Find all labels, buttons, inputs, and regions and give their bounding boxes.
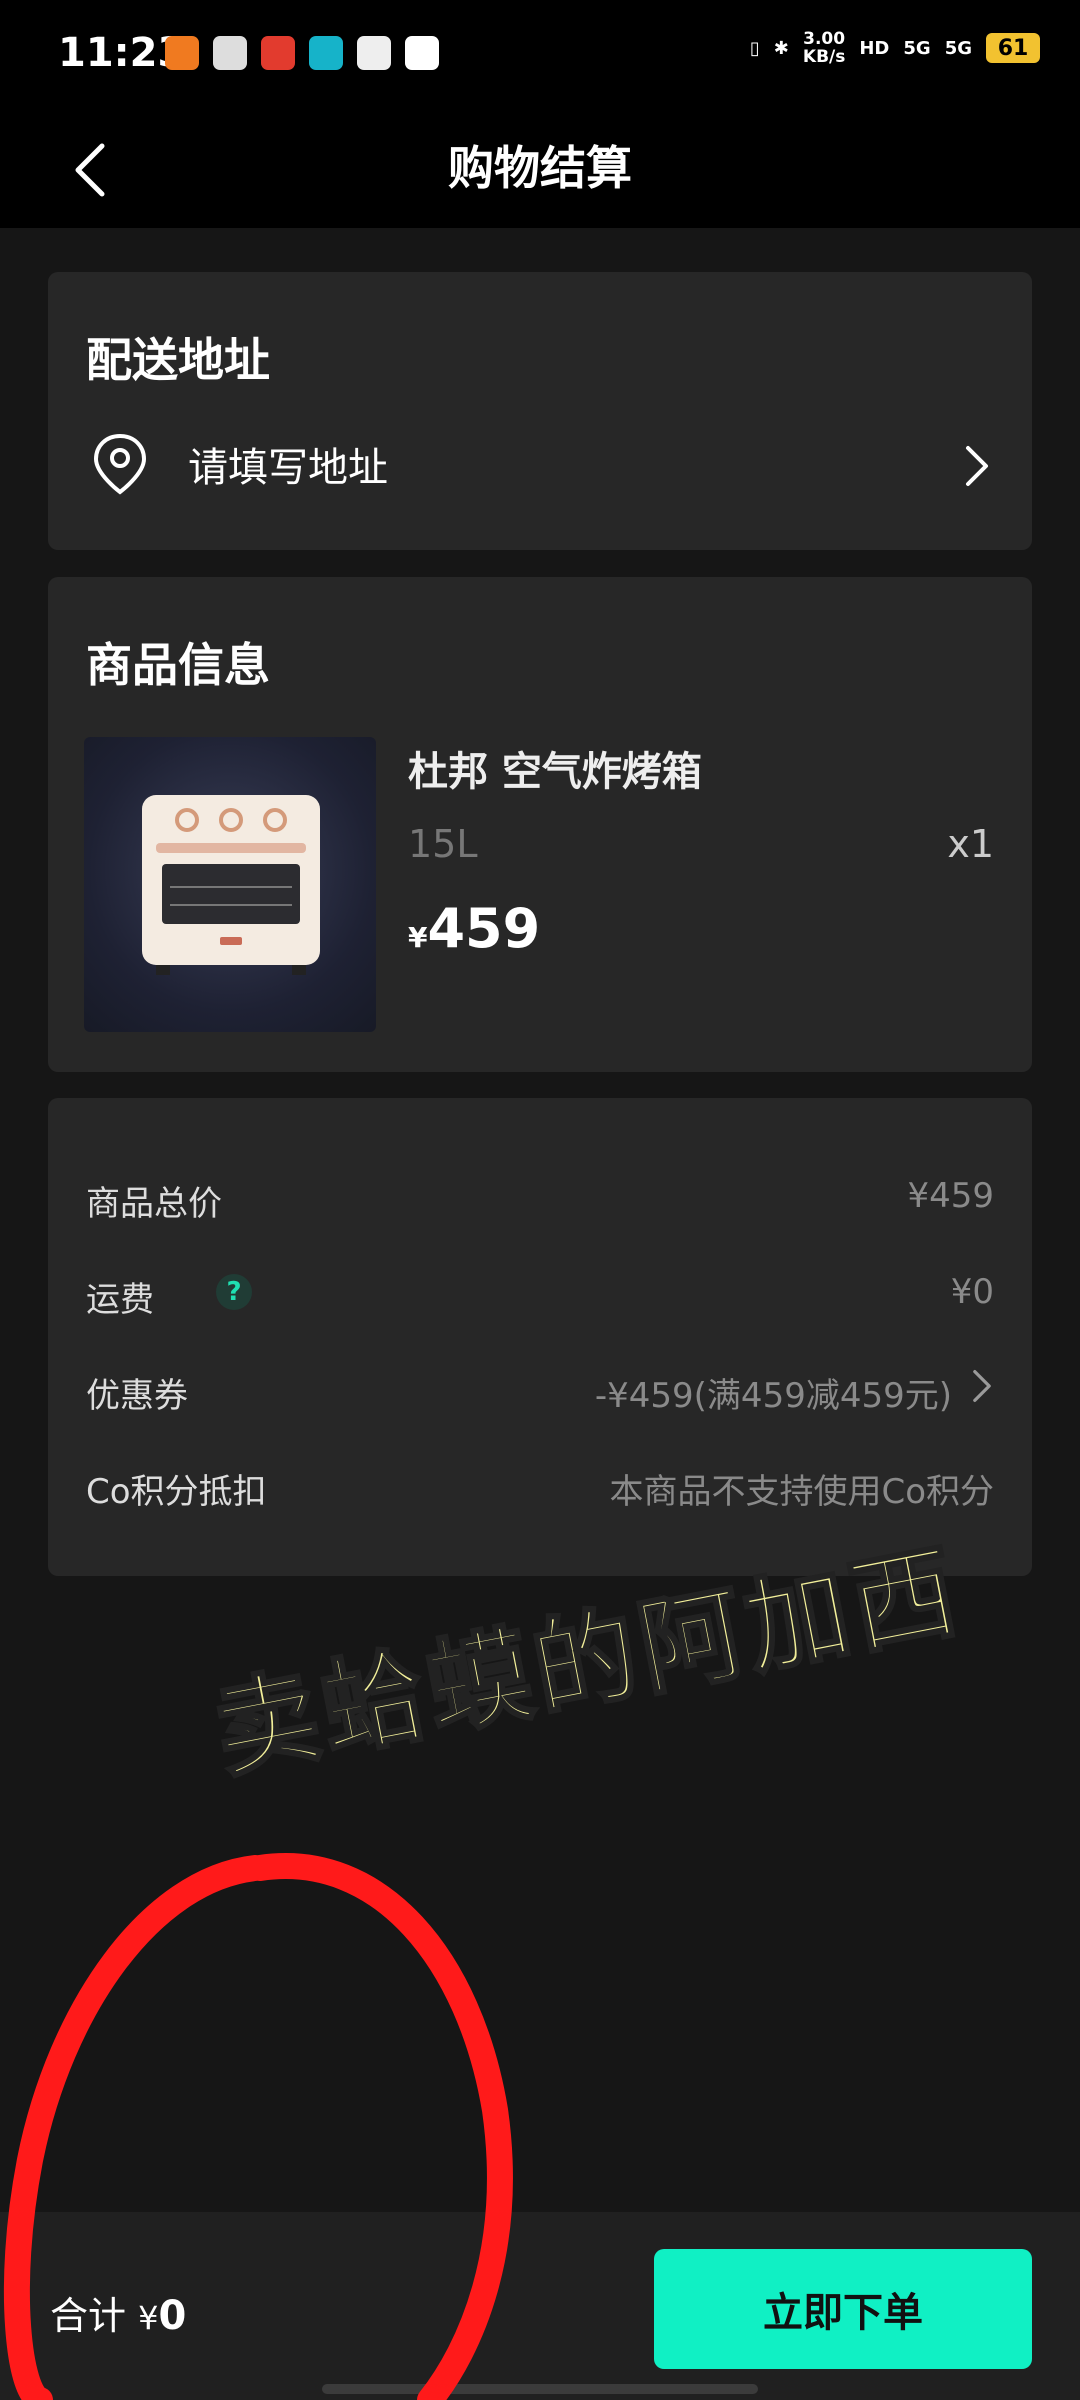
battery-icon: 61 — [986, 33, 1040, 63]
chevron-right-icon — [973, 1370, 991, 1402]
location-pin-icon — [93, 433, 147, 495]
total-label: 合计 — [50, 2294, 127, 2338]
total-value: 0 — [158, 2293, 187, 2339]
summary-row-points: Co积分抵扣 本商品不支持使用Co积分 — [86, 1454, 994, 1514]
nav-bar: 购物结算 — [0, 110, 1080, 228]
total-currency: ¥ — [138, 2299, 159, 2337]
status-app-icons — [165, 36, 439, 70]
address-card[interactable]: 配送地址 请填写地址 — [48, 272, 1032, 550]
chevron-left-icon — [75, 143, 105, 197]
status-indicators: ▯ ✱ 3.00 KB/s HD 5G 5G 61 — [750, 30, 1040, 66]
product-section-title: 商品信息 — [86, 638, 270, 692]
signal-5g-1-icon: 5G — [903, 37, 931, 59]
product-image[interactable] — [84, 737, 376, 1032]
summary-row-coupon[interactable]: 优惠券 -¥459(满459减459元) — [86, 1358, 994, 1418]
app-icon-white — [213, 36, 247, 70]
net-speed-value: 3.00 — [803, 29, 846, 49]
summary-label: Co积分抵扣 — [86, 1472, 267, 1512]
app-icon-teal — [309, 36, 343, 70]
product-name: 杜邦 空气炸烤箱 — [408, 749, 702, 795]
status-bar: 11:23 ▯ ✱ 3.00 KB/s HD 5G 5G 61 — [0, 0, 1080, 110]
product-price-currency: ¥ — [408, 921, 428, 954]
checkout-bar: 合计 ¥0 立即下单 — [0, 2212, 1080, 2400]
back-button[interactable] — [50, 130, 130, 210]
hd-icon: HD — [859, 37, 890, 59]
net-speed-unit: KB/s — [802, 47, 846, 67]
summary-value: -¥459(满459减459元) — [594, 1376, 952, 1416]
place-order-button[interactable]: 立即下单 — [654, 2249, 1032, 2369]
summary-value: ¥0 — [950, 1272, 994, 1312]
product-price: ¥459 — [408, 897, 540, 960]
home-indicator[interactable] — [322, 2384, 758, 2394]
summary-label: 优惠券 — [86, 1376, 188, 1416]
bluetooth-icon: ✱ — [773, 37, 789, 59]
address-placeholder: 请填写地址 — [188, 445, 388, 491]
address-section-title: 配送地址 — [86, 333, 270, 387]
product-card: 商品信息 杜邦 空气炸烤箱 15L x1 ¥459 — [48, 577, 1032, 1072]
net-speed: 3.00 KB/s — [803, 30, 845, 66]
summary-value: ¥459 — [907, 1176, 994, 1216]
summary-row-subtotal: 商品总价 ¥459 — [86, 1166, 994, 1226]
summary-label: 运费 — [86, 1280, 154, 1320]
product-price-value: 459 — [427, 897, 541, 960]
chevron-right-icon — [966, 446, 988, 486]
signal-5g-2-icon: 5G — [944, 37, 972, 59]
air-fryer-oven-image — [142, 795, 320, 975]
total-amount: 合计 ¥0 — [50, 2285, 186, 2340]
price-summary-card: 商品总价 ¥459 运费 ? ¥0 优惠券 -¥459(满459减459元) C… — [48, 1098, 1032, 1576]
help-icon[interactable]: ? — [216, 1274, 252, 1310]
product-spec: 15L — [408, 822, 478, 866]
app-icon-red — [261, 36, 295, 70]
page-title: 购物结算 — [448, 141, 632, 195]
app-icon-figure — [405, 36, 439, 70]
vibrate-icon: ▯ — [749, 37, 760, 59]
summary-value: 本商品不支持使用Co积分 — [609, 1472, 994, 1512]
summary-row-shipping: 运费 ? ¥0 — [86, 1262, 994, 1322]
summary-label: 商品总价 — [86, 1184, 222, 1224]
product-quantity: x1 — [947, 822, 994, 866]
app-icon-orange — [165, 36, 199, 70]
app-icon-mail — [357, 36, 391, 70]
